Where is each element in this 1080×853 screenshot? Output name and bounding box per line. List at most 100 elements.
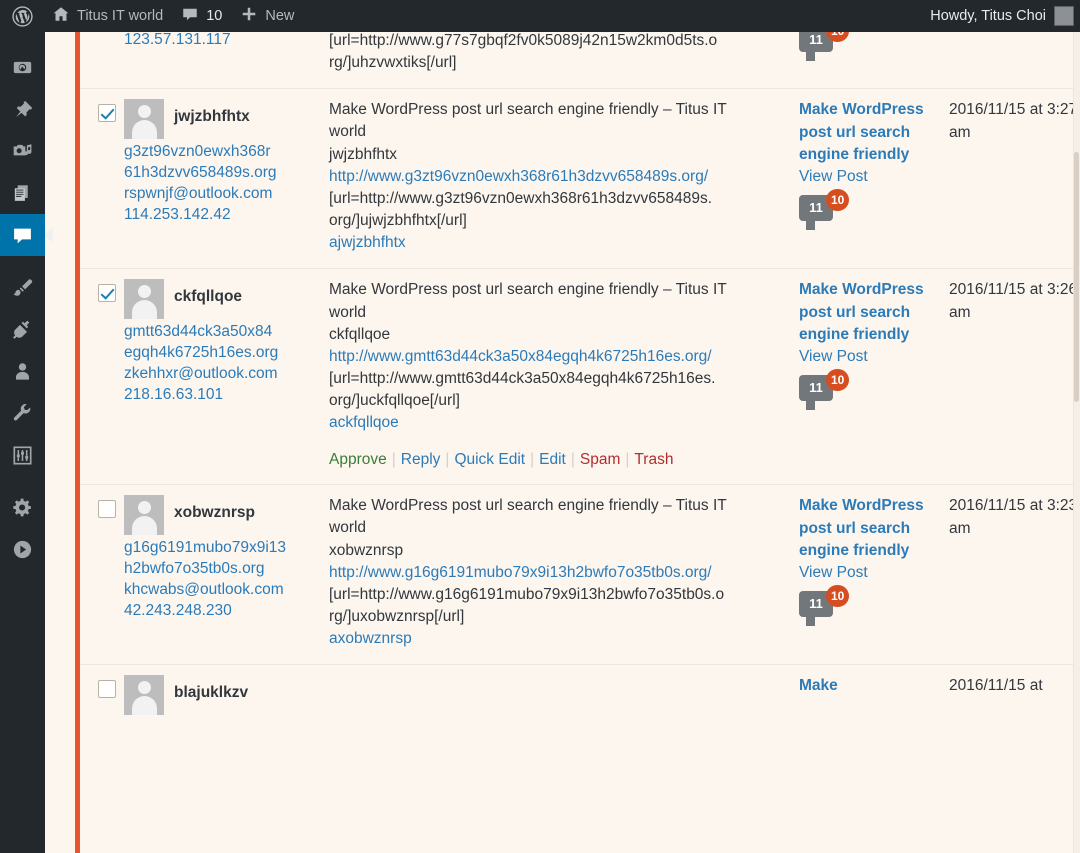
sidebar-item-posts[interactable] [0,88,45,130]
comment-link[interactable]: http://www.g16g6191mubo79x9i13h2bwfo7o35… [329,562,783,584]
comment-line: jwjzbhfhtx [329,145,398,163]
author-url-line[interactable]: g3zt96vzn0ewxh368r [124,142,329,163]
cell-response: 11 10 [799,32,947,89]
comments-bubble-button[interactable]: 10 [172,0,231,32]
dashboard-gauge-icon [12,57,33,78]
plus-icon [240,5,258,27]
pending-count-badge[interactable]: 10 [826,584,850,607]
sidebar-item-appearance[interactable] [0,266,45,308]
page-scrollbar[interactable] [1073,32,1080,853]
table-row-partial-top: 123.57.131.117 [url=http://www.g77s7gbqf… [80,32,1080,89]
author-url-line[interactable]: egqh4k6725h16es.org [124,343,329,364]
author-url-line[interactable]: 61h3dzvv658489s.org [124,163,329,184]
sidebar-item-tools[interactable] [0,392,45,434]
comment-date[interactable]: 2016/11/15 at 3:26 am [947,279,1080,324]
response-post-link[interactable]: Make WordPress post url search engine fr… [799,495,947,562]
pushpin-icon [12,99,33,120]
view-post-link[interactable]: View Post [799,168,947,186]
table-row: xobwznrsp g16g6191mubo79x9i13 h2bwfo7o35… [80,484,1080,665]
row-select-checkbox[interactable] [98,284,116,303]
play-circle-icon [12,539,33,560]
comment-line: rg/]uhzvwxtiks[/url] [329,54,457,72]
author-name: xobwznrsp [174,504,255,522]
comment-link[interactable]: axobwznrsp [329,628,783,650]
sidebar-item-dashboard[interactable] [0,46,45,88]
author-url-line[interactable]: g16g6191mubo79x9i13 [124,538,329,559]
edit-link[interactable]: Edit [539,451,566,468]
author-email[interactable]: khcwabs@outlook.com [124,580,329,601]
comment-link[interactable]: ackfqllqoe [329,412,783,434]
view-post-link[interactable]: View Post [799,564,947,582]
sidebar-item-comments[interactable] [0,214,53,256]
sidebar-item-plugins[interactable] [0,308,45,350]
quick-edit-link[interactable]: Quick Edit [454,451,525,468]
response-post-link[interactable]: Make [799,675,947,697]
response-post-link[interactable]: Make WordPress post url search engine fr… [799,99,947,166]
sidebar-item-media[interactable] [0,130,45,172]
sliders-box-icon [12,445,33,466]
author-email[interactable]: rspwnjf@outlook.com [124,184,329,205]
row-select-checkbox[interactable] [98,680,116,699]
sidebar-item-collapse-menu[interactable] [0,528,45,570]
cell-response: Make [799,664,947,730]
user-icon [12,361,33,382]
action-separator: | [530,450,535,468]
approve-link[interactable]: Approve [329,451,387,468]
wordpress-logo-button[interactable] [0,0,43,32]
site-name-menu[interactable]: Titus IT world [43,0,172,32]
comment-date[interactable]: 2016/11/15 at 3:23 am [947,495,1080,540]
view-post-link[interactable]: View Post [799,348,947,366]
sidebar-item-pages[interactable] [0,172,45,214]
spam-link[interactable]: Spam [580,451,621,468]
site-name-label: Titus IT world [77,8,164,24]
user-avatar-icon [1054,6,1074,26]
table-row: ckfqllqoe gmtt63d44ck3a50x84 egqh4k6725h… [80,268,1080,485]
author-url-line[interactable]: h2bwfo7o35tb0s.org [124,559,329,580]
sidebar-separator-2 [0,476,45,486]
avatar [124,99,164,140]
author-email[interactable]: zkehhxr@outlook.com [124,364,329,385]
comment-line: org/]ujwjzbhfhtx[/url] [329,212,467,230]
cell-date: 2016/11/15 at 3:27 am [947,88,1080,269]
sidebar-item-settings-panel[interactable] [0,434,45,476]
cell-checkbox [80,484,124,665]
paintbrush-icon [12,277,33,298]
response-post-link[interactable]: Make WordPress post url search engine fr… [799,279,947,346]
account-menu[interactable]: Howdy, Titus Choi [930,6,1080,26]
row-select-checkbox[interactable] [98,104,116,123]
avatar [124,279,164,320]
comment-line: [url=http://www.gmtt63d44ck3a50x84egqh4k… [329,370,716,388]
cell-response: Make WordPress post url search engine fr… [799,88,947,269]
comment-link[interactable]: http://www.gmtt63d44ck3a50x84egqh4k6725h… [329,346,783,368]
new-content-menu[interactable]: New [231,0,303,32]
author-ip[interactable]: 123.57.131.117 [124,32,329,51]
plug-icon [12,319,33,340]
cell-comment: Make WordPress post url search engine fr… [329,268,799,485]
sidebar-item-settings[interactable] [0,486,45,528]
comment-date[interactable]: 2016/11/15 at 3:27 am [947,99,1080,144]
comment-line: world [329,303,367,321]
cell-author: jwjzbhfhtx g3zt96vzn0ewxh368r 61h3dzvv65… [124,88,329,269]
pending-count-badge[interactable]: 10 [826,368,850,391]
author-ip[interactable]: 42.243.248.230 [124,601,329,622]
comment-link[interactable]: http://www.g3zt96vzn0ewxh368r61h3dzvv658… [329,166,783,188]
author-url-line[interactable]: gmtt63d44ck3a50x84 [124,322,329,343]
comment-link[interactable]: ajwjzbhfhtx [329,232,783,254]
author-name: jwjzbhfhtx [174,108,250,126]
reply-link[interactable]: Reply [401,451,441,468]
author-ip[interactable]: 114.253.142.42 [124,205,329,226]
comment-line: xobwznrsp [329,541,404,559]
row-select-checkbox[interactable] [98,500,116,519]
scrollbar-thumb[interactable] [1074,152,1079,402]
comment-date[interactable]: 2016/11/15 at [947,675,1080,697]
cell-date: 2016/11/15 at 3:23 am [947,484,1080,665]
author-ip[interactable]: 218.16.63.101 [124,385,329,406]
wordpress-logo-icon [12,5,33,27]
comment-line: world [329,519,367,537]
trash-link[interactable]: Trash [634,451,673,468]
howdy-label: Howdy, Titus Choi [930,8,1046,24]
cell-comment: Make WordPress post url search engine fr… [329,88,799,269]
comments-page: 123.57.131.117 [url=http://www.g77s7gbqf… [45,32,1080,853]
sidebar-item-users[interactable] [0,350,45,392]
pending-count-badge[interactable]: 10 [826,188,850,211]
